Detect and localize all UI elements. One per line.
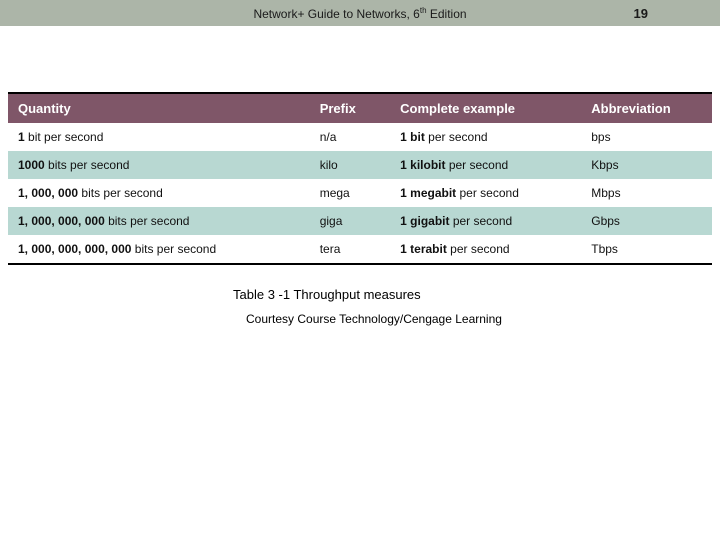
cell-quantity: 1 bit per second xyxy=(8,123,310,151)
table-row: 1000 bits per second kilo 1 kilobit per … xyxy=(8,151,712,179)
slide-body: Quantity Prefix Complete example Abbrevi… xyxy=(0,26,720,326)
cell-example: 1 gigabit per second xyxy=(390,207,581,235)
cell-example: 1 terabit per second xyxy=(390,235,581,264)
title-pre: Network+ Guide to Networks, 6 xyxy=(253,7,419,21)
cell-abbrev: Mbps xyxy=(581,179,712,207)
cell-abbrev: bps xyxy=(581,123,712,151)
table-caption: Table 3 -1 Throughput measures xyxy=(233,287,712,302)
col-example: Complete example xyxy=(390,93,581,123)
col-prefix: Prefix xyxy=(310,93,390,123)
cell-quantity: 1, 000, 000 bits per second xyxy=(8,179,310,207)
page-number: 19 xyxy=(634,6,648,21)
table-row: 1, 000, 000, 000, 000 bits per second te… xyxy=(8,235,712,264)
cell-prefix: tera xyxy=(310,235,390,264)
slide-header-bar: Network+ Guide to Networks, 6th Edition … xyxy=(0,0,720,26)
cell-prefix: kilo xyxy=(310,151,390,179)
cell-abbrev: Tbps xyxy=(581,235,712,264)
cell-prefix: mega xyxy=(310,179,390,207)
col-quantity: Quantity xyxy=(8,93,310,123)
cell-quantity: 1000 bits per second xyxy=(8,151,310,179)
cell-prefix: n/a xyxy=(310,123,390,151)
slide-title: Network+ Guide to Networks, 6th Edition xyxy=(253,6,466,21)
table-row: 1, 000, 000, 000 bits per second giga 1 … xyxy=(8,207,712,235)
cell-example: 1 bit per second xyxy=(390,123,581,151)
col-abbrev: Abbreviation xyxy=(581,93,712,123)
title-post: Edition xyxy=(427,7,467,21)
cell-quantity: 1, 000, 000, 000, 000 bits per second xyxy=(8,235,310,264)
table-header-row: Quantity Prefix Complete example Abbrevi… xyxy=(8,93,712,123)
table-row: 1, 000, 000 bits per second mega 1 megab… xyxy=(8,179,712,207)
throughput-table: Quantity Prefix Complete example Abbrevi… xyxy=(8,92,712,265)
cell-example: 1 kilobit per second xyxy=(390,151,581,179)
cell-abbrev: Gbps xyxy=(581,207,712,235)
cell-abbrev: Kbps xyxy=(581,151,712,179)
cell-example: 1 megabit per second xyxy=(390,179,581,207)
courtesy-credit: Courtesy Course Technology/Cengage Learn… xyxy=(246,312,712,326)
cell-quantity: 1, 000, 000, 000 bits per second xyxy=(8,207,310,235)
table-row: 1 bit per second n/a 1 bit per second bp… xyxy=(8,123,712,151)
cell-prefix: giga xyxy=(310,207,390,235)
